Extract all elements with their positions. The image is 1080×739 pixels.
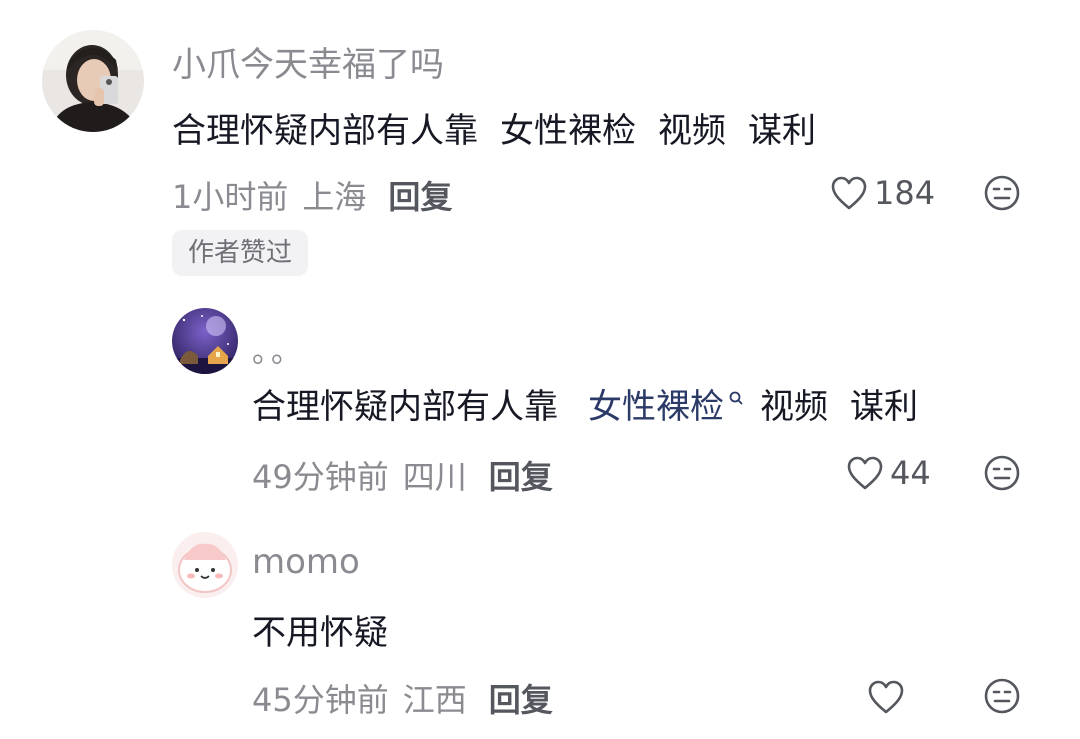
comment-item: 。。 合理怀疑内部有人靠 女性裸检 视频 谋利 49分钟前 四川 回复 44 <box>0 300 1080 520</box>
content-segment: 合理怀疑内部有人靠 <box>172 111 478 151</box>
comment-location: 上海 <box>302 178 367 216</box>
content-segment: 合理怀疑内部有人靠 <box>252 387 558 427</box>
content-segment: 谋利 <box>748 111 816 151</box>
neutral-face-icon <box>983 174 1021 212</box>
reply-button[interactable]: 回复 <box>388 178 452 216</box>
like-button[interactable] <box>867 676 911 718</box>
comment-location: 四川 <box>402 458 467 496</box>
heart-outline-icon <box>867 679 905 715</box>
author-liked-badge: 作者赞过 <box>172 230 309 276</box>
content-segment: 不用怀疑 <box>252 613 388 653</box>
heart-outline-icon <box>830 175 868 211</box>
avatar[interactable] <box>172 532 238 598</box>
content-segment: 谋利 <box>850 387 918 427</box>
comment-time: 45分钟前 <box>252 681 389 719</box>
heart-outline-icon <box>846 455 884 491</box>
dislike-button[interactable] <box>983 677 1021 715</box>
reply-button[interactable]: 回复 <box>489 458 553 496</box>
comment-content: 合理怀疑内部有人靠 女性裸检 视频 谋利 <box>252 379 918 428</box>
neutral-face-icon <box>983 677 1021 715</box>
content-segment: 视频 <box>658 111 726 151</box>
comment-content: 不用怀疑 <box>252 605 388 654</box>
dislike-button[interactable] <box>983 174 1021 212</box>
comment-content: 合理怀疑内部有人靠 女性裸检 视频 谋利 <box>172 103 816 152</box>
avatar[interactable] <box>172 308 238 374</box>
comment-meta: 49分钟前 四川 回复 <box>252 452 553 498</box>
like-button[interactable]: 44 <box>846 452 931 494</box>
reply-button[interactable]: 回复 <box>489 681 553 719</box>
like-button[interactable]: 184 <box>830 172 935 214</box>
comment-time: 49分钟前 <box>252 458 389 496</box>
comment-location: 江西 <box>402 681 467 719</box>
search-keyword-link[interactable]: 女性裸检 <box>588 387 744 427</box>
comment-item: 小爪今天幸福了吗 合理怀疑内部有人靠 女性裸检 视频 谋利 1小时前 上海 回复 184 … <box>0 0 1080 300</box>
content-segment: 女性裸检 <box>500 111 636 151</box>
like-count: 184 <box>874 174 936 212</box>
like-count: 44 <box>890 454 931 492</box>
keyword-text: 女性裸检 <box>588 387 724 427</box>
comment-username[interactable]: momo <box>252 542 360 582</box>
avatar[interactable] <box>42 30 144 132</box>
comment-meta: 1小时前 上海 回复 <box>172 172 452 218</box>
comment-username[interactable]: 小爪今天幸福了吗 <box>172 37 444 86</box>
comment-time: 1小时前 <box>172 178 289 216</box>
comment-meta: 45分钟前 江西 回复 <box>252 675 553 721</box>
comment-item: momo 不用怀疑 45分钟前 江西 回复 <box>0 520 1080 739</box>
neutral-face-icon <box>983 454 1021 492</box>
dislike-button[interactable] <box>983 454 1021 492</box>
comment-username[interactable]: 。。 <box>252 327 305 371</box>
search-icon <box>728 379 744 419</box>
content-segment: 视频 <box>760 387 828 427</box>
